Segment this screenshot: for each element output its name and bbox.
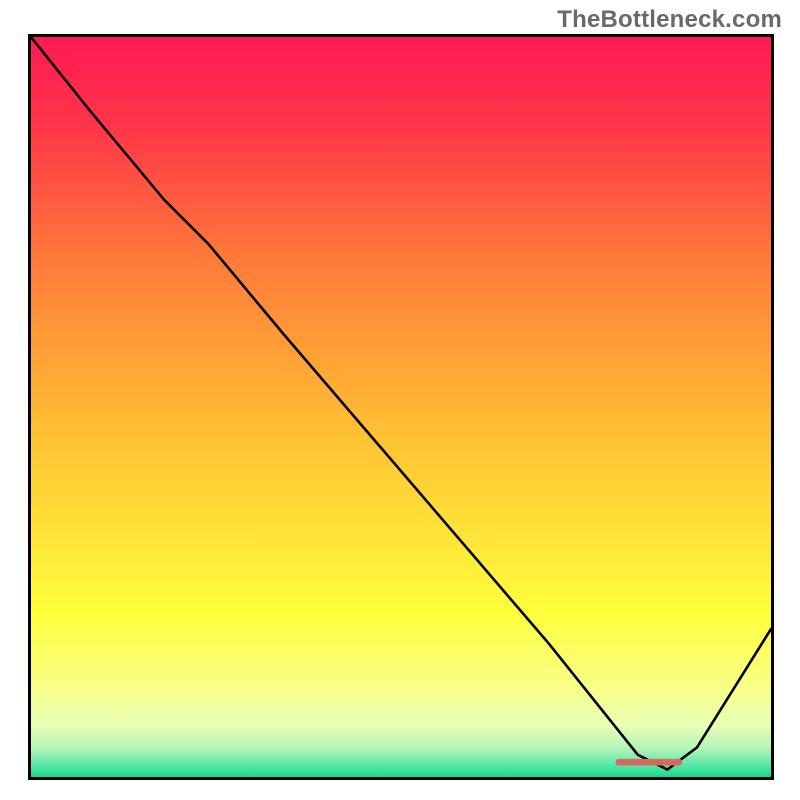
- watermark-text: TheBottleneck.com: [557, 6, 782, 34]
- chart-frame: TheBottleneck.com: [0, 0, 800, 800]
- plot-area: [28, 34, 774, 780]
- bottleneck-curve: [31, 37, 771, 777]
